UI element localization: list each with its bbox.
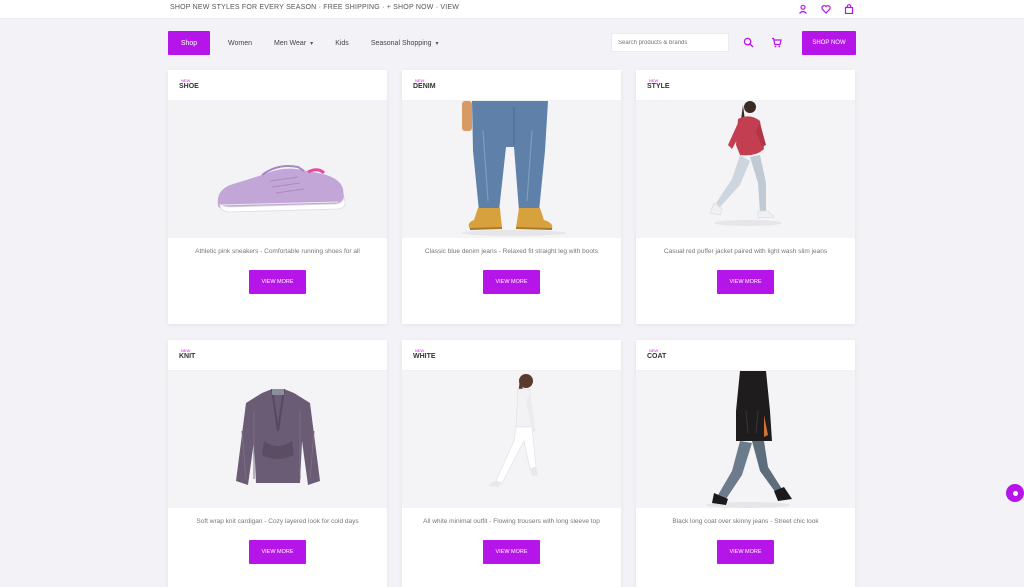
nav-links: Women Men Wear ▾ Kids Seasonal Shopping ▾ bbox=[228, 31, 439, 55]
card-header: NEW COAT bbox=[636, 340, 855, 371]
card-header: NEW SHOE bbox=[168, 70, 387, 101]
topbar-icons bbox=[798, 4, 854, 14]
card-header: NEW DENIM bbox=[402, 70, 621, 101]
shop-now-button[interactable]: SHOP NOW bbox=[802, 31, 856, 55]
card-description: Classic blue denim jeans - Relaxed fit s… bbox=[424, 248, 599, 255]
card-description: Black long coat over skinny jeans - Stre… bbox=[672, 518, 819, 525]
bag-icon[interactable] bbox=[844, 4, 854, 14]
nav-link-label: Men Wear bbox=[274, 39, 307, 47]
chat-button[interactable] bbox=[1006, 484, 1024, 502]
nav-link-label: Women bbox=[228, 39, 252, 47]
product-image-red-jacket[interactable] bbox=[636, 101, 855, 238]
card-brand: COAT bbox=[647, 353, 667, 360]
product-image-cardigan[interactable] bbox=[168, 371, 387, 508]
main-nav: Shop Women Men Wear ▾ Kids Seasonal Shopp… bbox=[168, 31, 856, 55]
product-image-sneaker[interactable] bbox=[168, 101, 387, 238]
chat-icon bbox=[1012, 490, 1018, 496]
announcement-bar: SHOP NEW STYLES FOR EVERY SEASON · FREE … bbox=[0, 0, 1024, 19]
view-more-button[interactable]: VIEW MORE bbox=[483, 270, 540, 294]
chevron-down-icon: ▾ bbox=[310, 40, 314, 47]
user-icon[interactable] bbox=[798, 4, 808, 14]
product-image-white-outfit[interactable] bbox=[402, 371, 621, 508]
product-card: NEW SHOE Athletic pink sneakers - Comfor… bbox=[168, 70, 387, 324]
product-card: NEW STYLE Casual red puffer jacket paire… bbox=[636, 70, 855, 324]
card-description: Athletic pink sneakers - Comfortable run… bbox=[195, 248, 360, 255]
card-header: NEW STYLE bbox=[636, 70, 855, 101]
search-input[interactable] bbox=[611, 33, 729, 52]
card-description: Soft wrap knit cardigan - Cozy layered l… bbox=[196, 518, 359, 525]
product-card: NEW WHITE All white minimal outfit - Flo… bbox=[402, 340, 621, 587]
product-card: NEW KNIT Soft wrap knit cardigan - Cozy … bbox=[168, 340, 387, 587]
view-more-button[interactable]: VIEW MORE bbox=[483, 540, 540, 564]
nav-link-seasonal[interactable]: Seasonal Shopping ▾ bbox=[371, 40, 439, 47]
view-more-button[interactable]: VIEW MORE bbox=[717, 540, 774, 564]
product-image-jeans[interactable] bbox=[402, 101, 621, 238]
nav-link-women[interactable]: Women bbox=[228, 40, 252, 47]
card-description: Casual red puffer jacket paired with lig… bbox=[663, 248, 828, 255]
card-brand: KNIT bbox=[179, 353, 196, 360]
nav-link-kids[interactable]: Kids bbox=[335, 40, 349, 47]
card-header: NEW KNIT bbox=[168, 340, 387, 371]
view-more-button[interactable]: VIEW MORE bbox=[249, 540, 306, 564]
card-description: All white minimal outfit - Flowing trous… bbox=[423, 518, 600, 525]
view-more-button[interactable]: VIEW MORE bbox=[717, 270, 774, 294]
announcement-text: SHOP NEW STYLES FOR EVERY SEASON · FREE … bbox=[170, 4, 460, 11]
search-icon[interactable] bbox=[743, 37, 754, 48]
card-header: NEW WHITE bbox=[402, 340, 621, 371]
view-more-button[interactable]: VIEW MORE bbox=[249, 270, 306, 294]
card-brand: STYLE bbox=[647, 83, 670, 90]
product-card: NEW COAT Black long coat over skinny jea… bbox=[636, 340, 855, 587]
product-image-black-coat[interactable] bbox=[636, 371, 855, 508]
nav-link-label: Kids bbox=[335, 39, 349, 47]
chevron-down-icon: ▾ bbox=[435, 40, 439, 47]
logo-button[interactable]: Shop bbox=[168, 31, 210, 55]
nav-link-label: Seasonal Shopping bbox=[370, 39, 432, 47]
nav-link-men[interactable]: Men Wear ▾ bbox=[274, 40, 313, 47]
card-brand: WHITE bbox=[413, 353, 436, 360]
product-card: NEW DENIM Classic blue denim jeans - Rel… bbox=[402, 70, 621, 324]
card-brand: SHOE bbox=[179, 83, 199, 90]
card-brand: DENIM bbox=[413, 83, 436, 90]
cart-icon[interactable] bbox=[771, 37, 782, 48]
heart-icon[interactable] bbox=[821, 4, 831, 14]
